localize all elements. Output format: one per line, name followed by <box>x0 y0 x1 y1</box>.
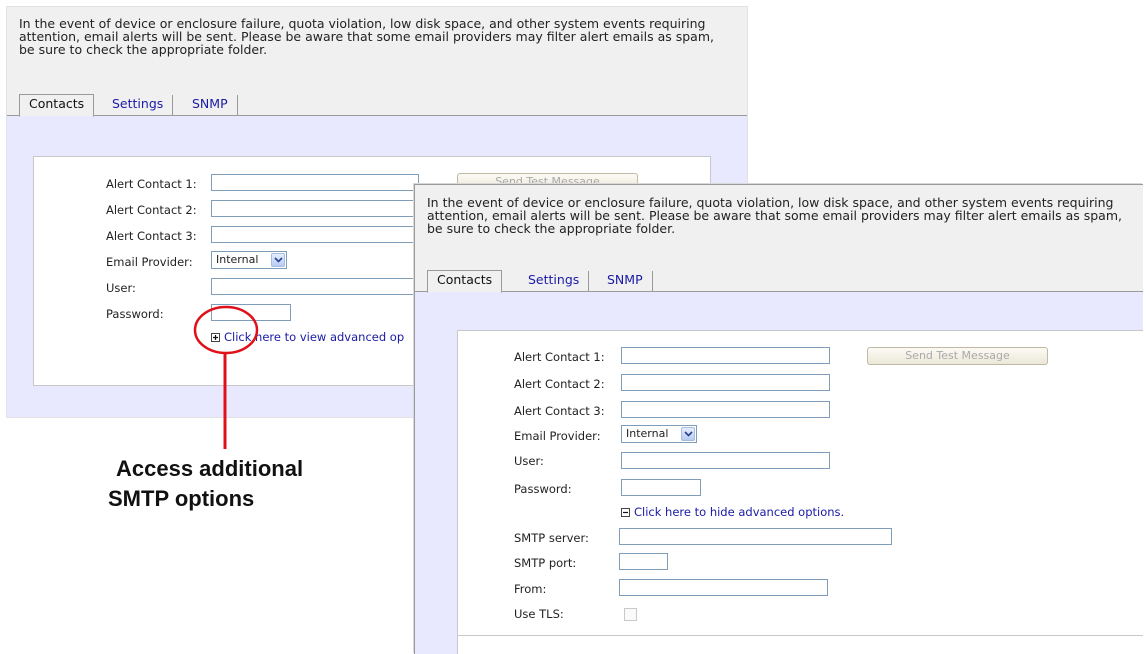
email-provider-label: Email Provider: <box>514 429 601 443</box>
tab-snmp[interactable]: SNMP <box>598 271 653 291</box>
intro-text: In the event of device or enclosure fail… <box>427 195 1122 236</box>
user-input[interactable] <box>211 278 419 295</box>
tab-bar: Contacts Settings SNMP <box>7 94 747 117</box>
alert-contact-2-input[interactable] <box>211 200 419 217</box>
minus-box-icon <box>621 508 630 517</box>
alert-contact-2-label: Alert Contact 2: <box>514 377 605 391</box>
alert-contact-1-label: Alert Contact 1: <box>106 177 197 191</box>
alert-contact-1-input[interactable] <box>211 174 419 191</box>
tab-bar: Contacts Settings SNMP <box>415 270 1143 293</box>
smtp-server-label: SMTP server: <box>514 531 589 545</box>
password-input[interactable] <box>621 479 701 496</box>
alert-contact-3-label: Alert Contact 3: <box>106 229 197 243</box>
view-advanced-options-link[interactable]: Click here to view advanced op <box>211 330 404 344</box>
send-test-message-button[interactable]: Send Test Message <box>867 347 1048 365</box>
email-provider-label: Email Provider: <box>106 255 193 269</box>
alert-contact-1-input[interactable] <box>621 347 830 364</box>
contacts-panel: Alert Contact 1: Send Test Message Alert… <box>415 291 1143 654</box>
tab-snmp[interactable]: SNMP <box>183 95 238 115</box>
user-label: User: <box>106 281 136 295</box>
alert-contact-2-label: Alert Contact 2: <box>106 203 197 217</box>
intro-text: In the event of device or enclosure fail… <box>19 16 714 57</box>
email-provider-value: Internal <box>216 253 259 266</box>
hide-advanced-options-label: Click here to hide advanced options. <box>634 505 845 519</box>
tab-contacts[interactable]: Contacts <box>427 270 503 293</box>
user-input[interactable] <box>621 452 830 469</box>
password-label: Password: <box>106 307 164 321</box>
smtp-port-input[interactable] <box>619 553 668 570</box>
hide-advanced-options-link[interactable]: Click here to hide advanced options. <box>621 505 844 519</box>
password-input[interactable] <box>211 304 291 321</box>
plus-box-icon <box>211 333 220 342</box>
chevron-down-icon <box>271 253 285 267</box>
email-provider-select[interactable]: Internal <box>621 425 697 443</box>
chevron-down-icon <box>681 427 695 441</box>
use-tls-label: Use TLS: <box>514 607 564 621</box>
from-input[interactable] <box>619 579 828 596</box>
password-label: Password: <box>514 482 572 496</box>
user-label: User: <box>514 454 544 468</box>
contacts-form-box: Alert Contact 1: Send Test Message Alert… <box>457 330 1143 654</box>
form-divider <box>458 635 1143 636</box>
view-advanced-options-label: Click here to view advanced op <box>224 330 405 344</box>
email-provider-select[interactable]: Internal <box>211 251 287 269</box>
alert-contact-3-label: Alert Contact 3: <box>514 404 605 418</box>
callout-line1: Access additional <box>116 456 304 481</box>
alerts-page-expanded: In the event of device or enclosure fail… <box>414 184 1143 654</box>
tab-settings[interactable]: Settings <box>519 271 590 291</box>
alert-contact-3-input[interactable] <box>211 226 419 243</box>
callout-line2: SMTP options <box>108 486 255 511</box>
email-provider-value: Internal <box>626 427 669 440</box>
smtp-port-label: SMTP port: <box>514 556 577 570</box>
alert-contact-1-label: Alert Contact 1: <box>514 350 605 364</box>
alert-contact-2-input[interactable] <box>621 374 830 391</box>
alert-contact-3-input[interactable] <box>621 401 830 418</box>
use-tls-checkbox[interactable] <box>624 608 637 621</box>
from-label: From: <box>514 582 547 596</box>
tab-settings[interactable]: Settings <box>103 95 174 115</box>
smtp-server-input[interactable] <box>619 528 892 545</box>
tab-contacts[interactable]: Contacts <box>19 94 95 117</box>
